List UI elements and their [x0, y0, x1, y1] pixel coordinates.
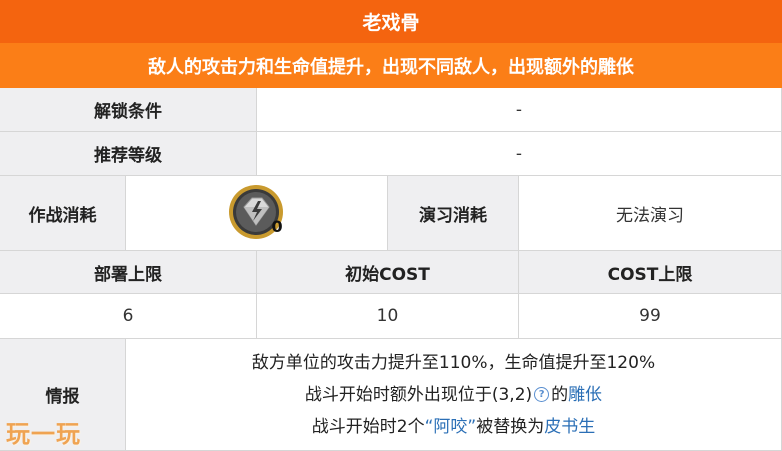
stage-subtitle: 敌人的攻击力和生命值提升，出现不同敌人，出现额外的雕伥 [0, 43, 782, 88]
initial-cost-value: 10 [257, 294, 519, 339]
enemy-link-diaochang[interactable]: 雕伥 [568, 379, 602, 411]
intel-line-2-text: 战斗开始时额外出现位于(3,2) [304, 384, 533, 405]
deploy-limit-value: 6 [0, 294, 257, 339]
intel-line-3: 战斗开始时2个 “阿咬” 被替换为 皮书生 [312, 411, 595, 443]
recommend-level-value: - [257, 132, 782, 176]
battle-cost-display: 0 [227, 183, 287, 243]
cost-limit-label: COST上限 [519, 251, 782, 294]
stage-title: 老戏骨 [0, 0, 782, 43]
battle-cost-value: 0 [271, 217, 283, 236]
practice-cost-label: 演习消耗 [388, 176, 519, 251]
initial-cost-label: 初始COST [257, 251, 519, 294]
help-icon[interactable]: ? [534, 387, 550, 402]
intel-line-2-connector: 的 [551, 384, 569, 405]
unlock-value: - [257, 88, 782, 132]
intel-line-2: 战斗开始时额外出现位于(3,2) ? 的 雕伥 [305, 379, 602, 411]
intel-line-3-connector: 被替换为 [476, 416, 545, 437]
cost-limit-value: 99 [519, 294, 782, 339]
unlock-label: 解锁条件 [0, 88, 257, 132]
deploy-limit-label: 部署上限 [0, 251, 257, 294]
battle-cost-label: 作战消耗 [0, 176, 126, 251]
intel-content: 敌方单位的攻击力提升至110%，生命值提升至120% 战斗开始时额外出现位于(3… [126, 339, 782, 451]
enemy-link-ayao[interactable]: “阿咬” [425, 411, 477, 443]
intel-line-1: 敌方单位的攻击力提升至110%，生命值提升至120% [251, 352, 656, 373]
practice-cost-value: 无法演习 [519, 176, 782, 251]
recommend-level-label: 推荐等级 [0, 132, 257, 176]
enemy-link-pishusheng[interactable]: 皮书生 [544, 411, 595, 443]
battle-cost-cell: 0 [126, 176, 388, 251]
intel-line-3-text: 战斗开始时2个 [311, 416, 425, 437]
watermark-logo: 玩一玩 [6, 420, 81, 448]
